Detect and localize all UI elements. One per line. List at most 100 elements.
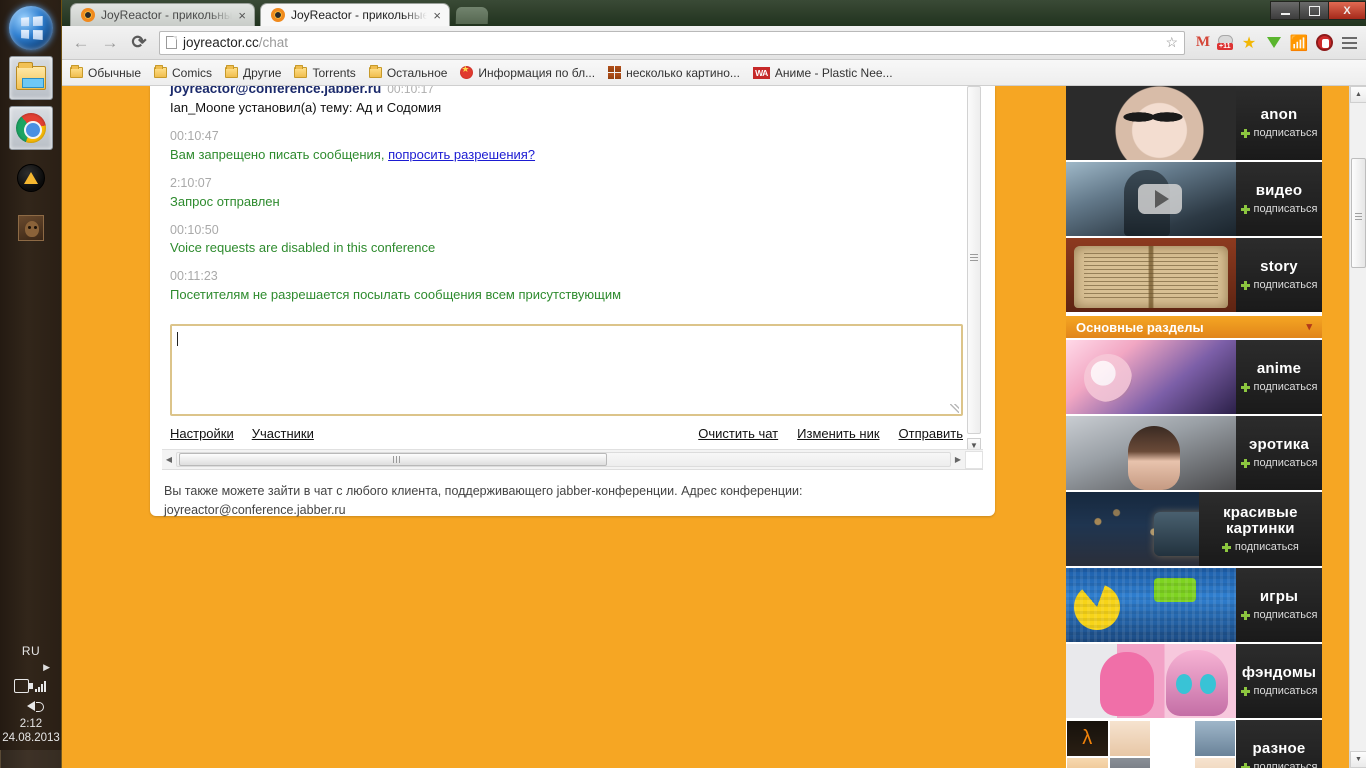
tray-clock[interactable]: 2:12 (0, 715, 62, 732)
change-nick-link[interactable]: Изменить ник (797, 426, 879, 441)
taskbar-item-chrome[interactable] (8, 106, 53, 150)
sidebar-card-erotika[interactable]: эротика подписаться (1066, 416, 1322, 492)
message-input[interactable] (170, 324, 963, 416)
bookmark-obychnye[interactable]: Обычные (70, 65, 141, 80)
network-icon[interactable] (34, 680, 49, 692)
subscribe-button[interactable]: подписаться (1221, 541, 1299, 553)
bookmark-star-icon[interactable]: ☆ (1165, 34, 1178, 51)
resize-handle[interactable] (950, 404, 959, 413)
power-icon[interactable] (13, 679, 33, 693)
minimize-button[interactable] (1270, 1, 1299, 20)
footnote-line-2: joyreactor@conference.jabber.ru (164, 502, 346, 517)
footnote-line-1: Вы также можете зайти в чат с любого кли… (164, 484, 803, 498)
tray-expand-icon[interactable]: ▶ (0, 660, 62, 675)
scrollbar-thumb[interactable] (970, 254, 978, 261)
sidebar-card-anime[interactable]: anime подписаться (1066, 340, 1322, 416)
tab-joyreactor-2[interactable]: JoyReactor - прикольные × (260, 3, 450, 26)
send-link[interactable]: Отправить (899, 426, 963, 441)
thumbnail-image (1066, 644, 1236, 718)
subscribe-button[interactable]: подписаться (1240, 457, 1317, 469)
card-title: разное (1252, 739, 1306, 757)
sidebar-card-video[interactable]: видео подписаться (1066, 162, 1322, 238)
sidebar-card-krasivye-kartinki[interactable]: красивые картинки подписаться (1066, 492, 1322, 568)
new-tab-button[interactable] (455, 7, 489, 24)
download-icon[interactable] (1263, 32, 1285, 54)
taskbar-item-aimp[interactable] (9, 156, 53, 200)
sidebar-card-story[interactable]: story подписаться (1066, 238, 1322, 314)
chevron-down-icon[interactable]: ▾ (1306, 321, 1312, 332)
close-window-button[interactable]: X (1328, 1, 1366, 20)
chat-vertical-scrollbar[interactable]: ▼ (965, 86, 983, 452)
adblock-icon[interactable] (1313, 32, 1335, 54)
chat-horizontal-scrollbar[interactable]: ◀ ▶ (162, 449, 983, 469)
card-meta: игры подписаться (1236, 568, 1322, 642)
volume-icon[interactable] (27, 701, 44, 712)
bookmark-torrents[interactable]: Torrents (294, 65, 356, 80)
bookmark-neskolko-kartino[interactable]: несколько картино... (608, 66, 740, 80)
maximize-button[interactable] (1299, 1, 1328, 20)
start-button[interactable] (8, 6, 53, 50)
scrollbar-thumb[interactable] (179, 453, 607, 466)
message-time: 00:10:50 (170, 222, 219, 237)
message-time: 2:10:07 (170, 176, 212, 190)
page-scrollbar[interactable]: ▲ ▼ (1349, 86, 1366, 768)
star-extension-icon[interactable]: ★ (1238, 32, 1260, 54)
tab-joyreactor-1[interactable]: JoyReactor - прикольные × (70, 3, 255, 26)
sidebar-card-raznoe[interactable]: разное подписаться (1066, 720, 1322, 768)
clear-chat-link[interactable]: Очистить чат (698, 426, 778, 441)
gmail-icon[interactable]: M (1192, 32, 1214, 54)
forward-icon[interactable]: → (97, 30, 123, 56)
sidebar-card-anon[interactable]: anon подписаться (1066, 86, 1322, 162)
notifications-icon[interactable]: +11 (1217, 35, 1235, 50)
close-icon[interactable]: × (433, 9, 441, 22)
message-body: Посетителям не разрешается посылать сооб… (170, 286, 622, 302)
bookmarks-bar: Обычные Comics Другие Torrents Остальное… (62, 60, 1366, 86)
sidebar-card-igry[interactable]: игры подписаться (1066, 568, 1322, 644)
plus-icon (1221, 542, 1231, 552)
subscribe-button[interactable]: подписаться (1240, 609, 1317, 621)
bookmark-comics[interactable]: Comics (154, 65, 213, 80)
bookmark-anime-plastic[interactable]: WA Аниме - Plastic Nee... (752, 66, 893, 80)
bookmark-drugie[interactable]: Другие (225, 65, 281, 80)
reload-icon[interactable]: ⟳ (126, 30, 152, 56)
sidebar-section-header[interactable]: Основные разделы ▾ (1066, 314, 1322, 340)
subscribe-label: подписаться (1253, 279, 1318, 292)
address-bar[interactable]: joyreactor.cc/chat ☆ (159, 30, 1185, 55)
bookmark-label: Comics (172, 65, 213, 80)
subscribe-button[interactable]: подписаться (1240, 279, 1318, 292)
close-icon[interactable]: × (238, 9, 246, 22)
thumbnail-image (1066, 416, 1236, 490)
rss-icon[interactable]: 📶 (1288, 32, 1310, 54)
show-desktop-button[interactable] (0, 750, 62, 768)
plus-icon (1240, 762, 1250, 768)
subscribe-label: подписаться (1253, 685, 1318, 698)
scrollbar-thumb[interactable] (1351, 158, 1366, 268)
participants-link[interactable]: Участники (252, 426, 314, 441)
subscribe-button[interactable]: подписаться (1240, 127, 1317, 139)
folder-icon (15, 62, 46, 90)
window-controls: X (1270, 0, 1366, 20)
favicon-icon (81, 8, 95, 22)
subscribe-button[interactable]: подписаться (1240, 761, 1317, 768)
request-permission-link[interactable]: попросить разрешения? (388, 147, 535, 162)
taskbar-item-explorer[interactable] (8, 56, 53, 100)
scroll-right-icon[interactable]: ▶ (951, 451, 965, 469)
bookmark-ostalnoe[interactable]: Остальное (368, 65, 447, 80)
subscribe-button[interactable]: подписаться (1240, 381, 1317, 393)
scroll-up-icon[interactable]: ▲ (1350, 86, 1366, 103)
tray-date[interactable]: 24.08.2013 (0, 732, 62, 750)
card-meta: anon подписаться (1236, 86, 1322, 160)
taskbar-item-avatar[interactable] (9, 206, 53, 250)
scrollbar-track[interactable] (176, 452, 951, 467)
subscribe-button[interactable]: подписаться (1240, 203, 1317, 215)
sidebar-card-fendomy[interactable]: фэндомы подписаться (1066, 644, 1322, 720)
subscribe-button[interactable]: подписаться (1240, 685, 1318, 698)
scroll-left-icon[interactable]: ◀ (162, 451, 176, 469)
bookmark-informaciya[interactable]: Информация по бл... (460, 64, 595, 80)
message-text: Вам запрещено писать сообщения, (170, 147, 389, 163)
back-icon[interactable]: ← (68, 30, 94, 56)
language-indicator[interactable]: RU (0, 640, 62, 660)
settings-link[interactable]: Настройки (170, 426, 234, 441)
chrome-menu-icon[interactable] (1338, 32, 1360, 54)
scroll-down-icon[interactable]: ▼ (1350, 751, 1366, 768)
